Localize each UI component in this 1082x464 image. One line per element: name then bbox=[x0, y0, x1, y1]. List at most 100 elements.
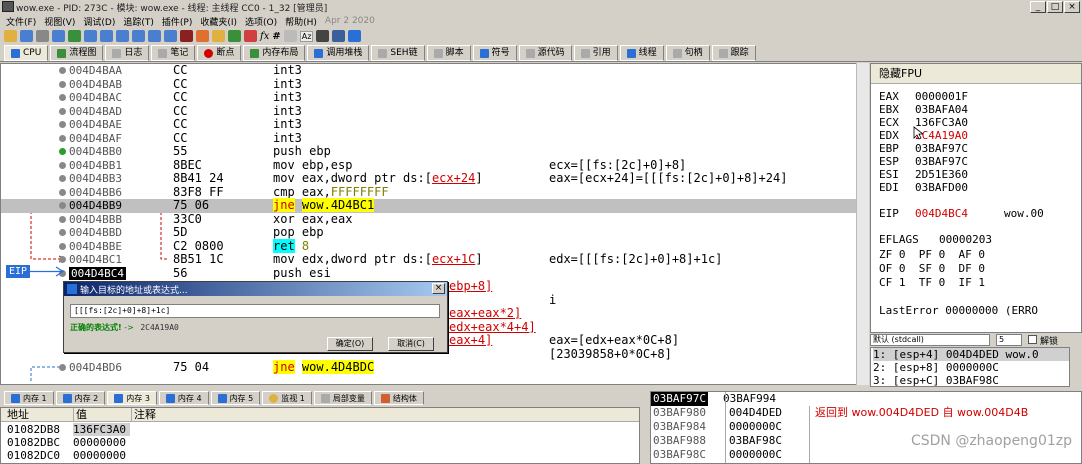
cancel-button[interactable]: 取消(C) bbox=[388, 337, 434, 351]
stack-args-panel[interactable]: 1: [esp+4] 004D4DED wow.0 2: [esp+8] 000… bbox=[870, 347, 1070, 387]
dump-value[interactable]: 00000000 bbox=[73, 449, 130, 462]
disasm-row-eip[interactable]: 004D4BC4 56 push esi bbox=[1, 266, 856, 280]
comment-icon[interactable] bbox=[212, 30, 225, 42]
ok-button[interactable]: 确定(O) bbox=[327, 337, 373, 351]
menu-favourites[interactable]: 收藏夹(I) bbox=[200, 15, 237, 28]
stack-arg-row[interactable]: 2: [esp+8] 0000000C bbox=[873, 361, 999, 374]
disasm-row[interactable]: 004D4BB0 55 push ebp bbox=[1, 144, 856, 159]
tab-source[interactable]: 源代码 bbox=[518, 45, 572, 61]
col-comment[interactable]: 注释 bbox=[131, 408, 156, 422]
dump-value[interactable]: 136FC3A0 bbox=[73, 423, 130, 436]
reg-ebp[interactable]: EBP 03BAF97C bbox=[879, 142, 968, 155]
reg-eflags[interactable]: EFLAGS 00000203 bbox=[879, 233, 992, 246]
tab-dump-1[interactable]: 内存 1 bbox=[4, 391, 54, 405]
disasm-row[interactable]: 004D4BBE C2 0800 ret 8 bbox=[1, 238, 856, 254]
tab-breakpoints[interactable]: 断点 bbox=[197, 45, 242, 61]
unlock-checkbox[interactable] bbox=[1028, 335, 1037, 344]
run-icon[interactable] bbox=[52, 30, 65, 42]
open-icon[interactable] bbox=[4, 30, 17, 42]
menu-help[interactable]: 帮助(H) bbox=[285, 15, 317, 28]
close-file-icon[interactable] bbox=[36, 30, 49, 42]
memory-dump[interactable]: 地址 值 注释 01082DB8 136FC3A0 01082DBC 00000… bbox=[0, 407, 640, 464]
stack-val[interactable]: 0000000C bbox=[729, 420, 782, 434]
reg-eax[interactable]: EAX 0000001F bbox=[879, 90, 968, 103]
tab-memory-map[interactable]: 内存布局 bbox=[243, 45, 306, 61]
trace-into-icon[interactable] bbox=[116, 30, 129, 42]
function-icon[interactable]: fx bbox=[260, 31, 269, 42]
stack-top-addr[interactable]: 03BAF97C bbox=[651, 392, 708, 406]
reg-ecx[interactable]: ECX 136FC3A0 bbox=[879, 116, 968, 129]
stack-val[interactable]: 0000000C bbox=[729, 448, 782, 462]
stack-addr[interactable]: 03BAF988 bbox=[653, 434, 706, 448]
last-error[interactable]: LastError 00000000 (ERRO bbox=[879, 304, 1038, 317]
tab-dump-2[interactable]: 内存 2 bbox=[55, 391, 106, 405]
script-icon[interactable] bbox=[180, 30, 193, 42]
step-into-icon[interactable] bbox=[84, 30, 97, 42]
calculator-icon[interactable] bbox=[316, 30, 330, 42]
menu-trace[interactable]: 追踪(T) bbox=[123, 15, 154, 28]
dump-row[interactable]: 01082DB8 bbox=[7, 423, 60, 436]
menu-view[interactable]: 视图(V) bbox=[44, 15, 75, 28]
bp-dot[interactable] bbox=[59, 107, 66, 115]
disasm-row[interactable]: 004D4BC1 8B51 1C mov edx,dword ptr ds:[ecx… bbox=[1, 252, 856, 267]
reg-esp[interactable]: ESP 03BAF97C bbox=[879, 155, 968, 168]
bp-dot[interactable] bbox=[59, 364, 66, 371]
trace-over-icon[interactable] bbox=[132, 30, 145, 42]
patch-icon[interactable] bbox=[196, 30, 209, 42]
maximize-button[interactable]: □ bbox=[1047, 1, 1063, 13]
minimize-button[interactable]: _ bbox=[1030, 1, 1046, 13]
step-over-icon[interactable] bbox=[100, 30, 113, 42]
tab-locals[interactable]: 局部变量 bbox=[313, 391, 372, 405]
disasm-row[interactable]: 004D4BAD CC int3 bbox=[1, 104, 856, 119]
reg-eip[interactable]: EIP 004D4BC4 wow.00 bbox=[879, 207, 1044, 220]
settings-icon[interactable] bbox=[332, 30, 346, 42]
help-icon[interactable] bbox=[348, 30, 362, 42]
disasm-row[interactable]: 004D4BAA CC int3 bbox=[1, 64, 856, 78]
disasm-row-selected[interactable]: 004D4BB9 75 06 jne wow.4D4BC1 bbox=[1, 198, 856, 213]
tab-graph[interactable]: 流程图 bbox=[50, 45, 104, 61]
arg-count-spinner[interactable]: 5 bbox=[996, 334, 1022, 346]
tab-trace[interactable]: 跟踪 bbox=[711, 45, 756, 61]
tab-seh[interactable]: SEH链 bbox=[371, 45, 425, 61]
menu-plugins[interactable]: 插件(P) bbox=[162, 15, 192, 28]
tab-script[interactable]: 脚本 bbox=[426, 45, 471, 61]
reg-edi[interactable]: EDI 03BAFD00 bbox=[879, 181, 968, 194]
disasm-row[interactable]: 004D4BAC CC int3 bbox=[1, 90, 856, 105]
disasm-row[interactable]: 004D4BAB CC int3 bbox=[1, 77, 856, 92]
tab-symbols[interactable]: 符号 bbox=[472, 45, 517, 61]
bp-dot[interactable] bbox=[59, 175, 66, 182]
disasm-row[interactable]: 004D4BAF CC int3 bbox=[1, 131, 856, 146]
font-icon[interactable]: Az bbox=[299, 30, 314, 42]
tab-struct[interactable]: 结构体 bbox=[373, 391, 424, 405]
tab-watch-1[interactable]: 监视 1 bbox=[262, 391, 312, 405]
bp-dot[interactable] bbox=[59, 256, 66, 263]
bp-dot[interactable] bbox=[59, 67, 66, 74]
bp-dot[interactable] bbox=[59, 215, 66, 223]
bookmark-icon[interactable] bbox=[244, 30, 257, 42]
stack-arg-row[interactable]: 1: [esp+4] 004D4DED wow.0 bbox=[873, 348, 1069, 361]
bp-dot[interactable] bbox=[59, 80, 66, 88]
disasm-row[interactable]: 004D4BB6 83F8 FF cmp eax,FFFFFFFF bbox=[1, 185, 856, 200]
stack-addr[interactable]: 03BAF98C bbox=[653, 448, 706, 462]
disasm-row[interactable]: 004D4BBB 33C0 xor eax,eax bbox=[1, 212, 856, 227]
dump-row[interactable]: 01082DC0 bbox=[7, 449, 60, 462]
bp-dot[interactable] bbox=[59, 188, 66, 196]
menu-options[interactable]: 选项(O) bbox=[245, 15, 277, 28]
tab-call-stack[interactable]: 调用堆栈 bbox=[307, 45, 370, 61]
disasm-row[interactable]: 004D4BD6 75 04 jne wow.4D4BDC bbox=[1, 360, 856, 375]
tab-handles[interactable]: 句柄 bbox=[665, 45, 710, 61]
stack-arg-row[interactable]: 3: [esp+C] 03BAF98C bbox=[873, 374, 999, 387]
disasm-row[interactable]: 004D4BBD 5D pop ebp bbox=[1, 225, 856, 240]
col-address[interactable]: 地址 bbox=[7, 408, 29, 422]
bp-dot[interactable] bbox=[59, 121, 66, 128]
bp-dot[interactable] bbox=[59, 148, 66, 155]
bp-dot[interactable] bbox=[59, 229, 66, 236]
bp-dot[interactable] bbox=[59, 161, 66, 169]
execute-user-code-icon[interactable] bbox=[164, 30, 177, 42]
reg-esi[interactable]: ESI 2D51E360 bbox=[879, 168, 968, 181]
menu-debug[interactable]: 调试(D) bbox=[83, 15, 115, 28]
flags-row-3[interactable]: CF 1 TF 0 IF 1 bbox=[879, 276, 985, 289]
bp-dot[interactable] bbox=[59, 94, 66, 101]
flags-row-1[interactable]: ZF 0 PF 0 AF 0 bbox=[879, 248, 985, 261]
tab-threads[interactable]: 线程 bbox=[619, 45, 664, 61]
